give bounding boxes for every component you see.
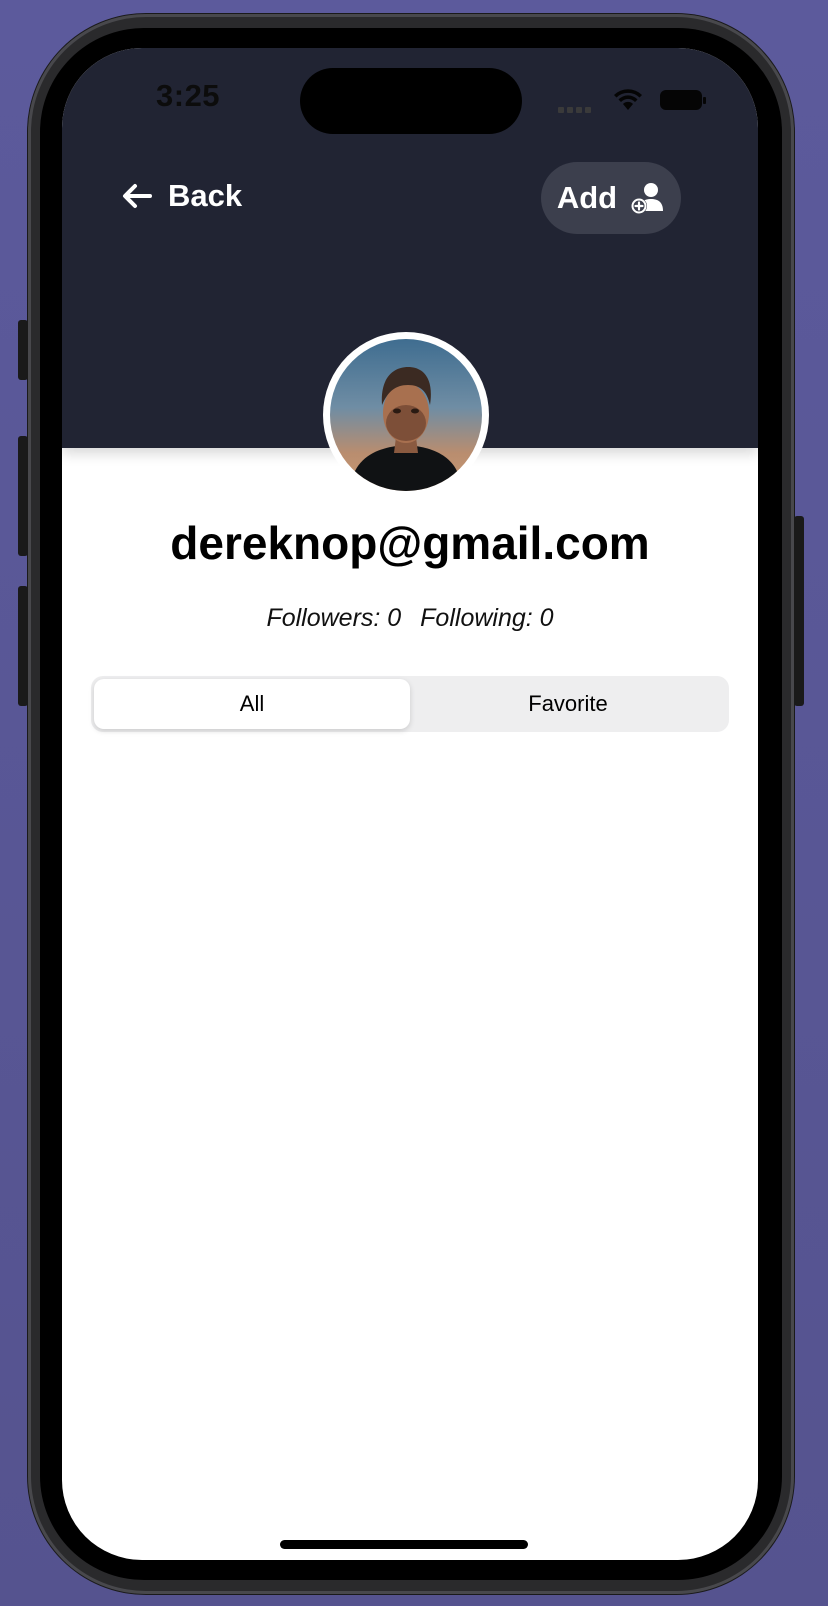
add-friend-button[interactable]: Add [541,162,681,234]
status-time: 3:25 [156,78,221,113]
volume-down-button [18,586,28,706]
volume-up-button [18,436,28,556]
following-count: Following: 0 [420,604,554,632]
action-button [18,320,28,380]
segment-favorite[interactable]: Favorite [410,679,726,729]
back-button[interactable]: Back [122,178,242,214]
avatar-photo [330,339,482,491]
followers-count: Followers: 0 [266,604,402,632]
wifi-icon [614,89,642,110]
arrow-left-icon [123,184,152,208]
cellular-signal-icon [558,100,598,113]
battery-icon [660,90,706,110]
profile-email: dereknop@gmail.com [170,517,650,569]
add-user-icon [631,183,664,214]
avatar [323,332,489,498]
segment-all[interactable]: All [94,679,410,729]
home-indicator[interactable] [280,1540,528,1549]
power-button [794,516,804,706]
segmented-control: All Favorite [91,676,729,732]
add-label: Add [556,180,618,215]
screen: 3:25 Back Add dereknop@gmail.com Followe… [62,48,758,1560]
back-label: Back [168,178,243,213]
follow-stats: Followers: 0 Following: 0 [62,604,758,633]
person-portrait-icon [350,367,462,491]
dynamic-island [300,68,522,134]
